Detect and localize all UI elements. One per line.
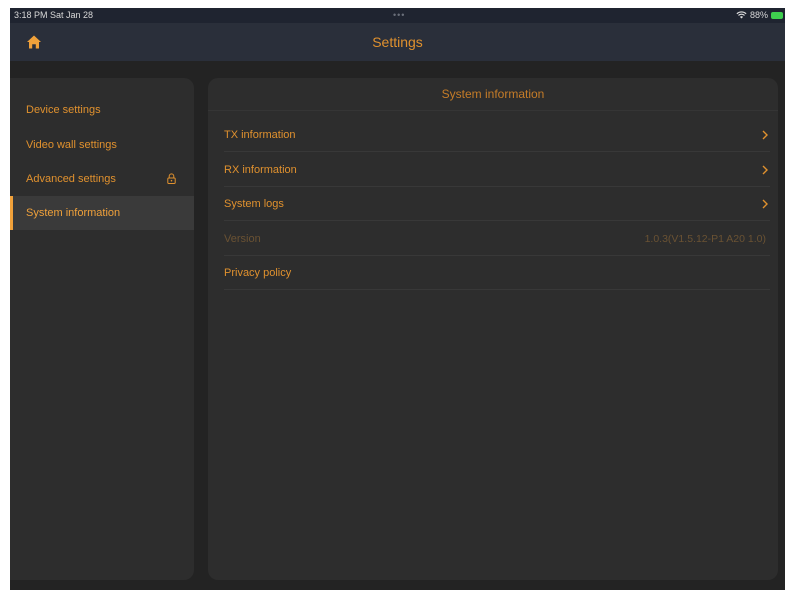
- rx-information-row[interactable]: RX information: [224, 153, 770, 187]
- panel-title: System information: [208, 78, 778, 111]
- tx-information-row[interactable]: TX information: [224, 118, 770, 152]
- version-value: 1.0.3(V1.5.12-P1 A20 1.0): [644, 233, 766, 245]
- row-label: Privacy policy: [224, 267, 292, 279]
- sidebar-item-label: System information: [26, 207, 121, 219]
- chevron-right-icon: [762, 130, 768, 140]
- sidebar-item-label: Advanced settings: [26, 173, 116, 185]
- battery-icon: [771, 11, 783, 19]
- chevron-right-icon: [762, 199, 768, 209]
- sidebar-item-advanced-settings[interactable]: Advanced settings: [10, 162, 194, 196]
- screen: 3:18 PM Sat Jan 28 ••• 88% Settings Devi…: [10, 8, 785, 590]
- multitasking-dots[interactable]: •••: [393, 10, 405, 20]
- sidebar-item-label: Device settings: [26, 104, 101, 116]
- status-time-date: 3:18 PM Sat Jan 28: [14, 10, 94, 20]
- privacy-policy-row[interactable]: Privacy policy: [224, 256, 770, 290]
- version-row: Version 1.0.3(V1.5.12-P1 A20 1.0): [224, 222, 770, 256]
- sidebar-item-video-wall-settings[interactable]: Video wall settings: [10, 128, 194, 162]
- row-label: RX information: [224, 164, 297, 176]
- chevron-right-icon: [762, 165, 768, 175]
- sidebar-item-device-settings[interactable]: Device settings: [10, 93, 194, 127]
- system-information-panel: System information TX information RX inf…: [208, 78, 778, 580]
- row-label: System logs: [224, 198, 284, 210]
- sidebar-item-label: Video wall settings: [26, 139, 117, 151]
- system-logs-row[interactable]: System logs: [224, 187, 770, 221]
- wifi-icon: [736, 11, 747, 19]
- sidebar-item-system-information[interactable]: System information: [10, 196, 194, 230]
- lock-icon: [167, 173, 176, 184]
- battery-percent: 88%: [749, 10, 768, 20]
- nav-bar: Settings: [10, 23, 785, 61]
- row-label: TX information: [224, 129, 296, 141]
- status-right-group: 88%: [736, 10, 783, 20]
- row-label: Version: [224, 233, 261, 245]
- page-title: Settings: [372, 34, 423, 50]
- sidebar: Device settings Video wall settings Adva…: [10, 78, 194, 580]
- status-bar: 3:18 PM Sat Jan 28 ••• 88%: [10, 8, 785, 23]
